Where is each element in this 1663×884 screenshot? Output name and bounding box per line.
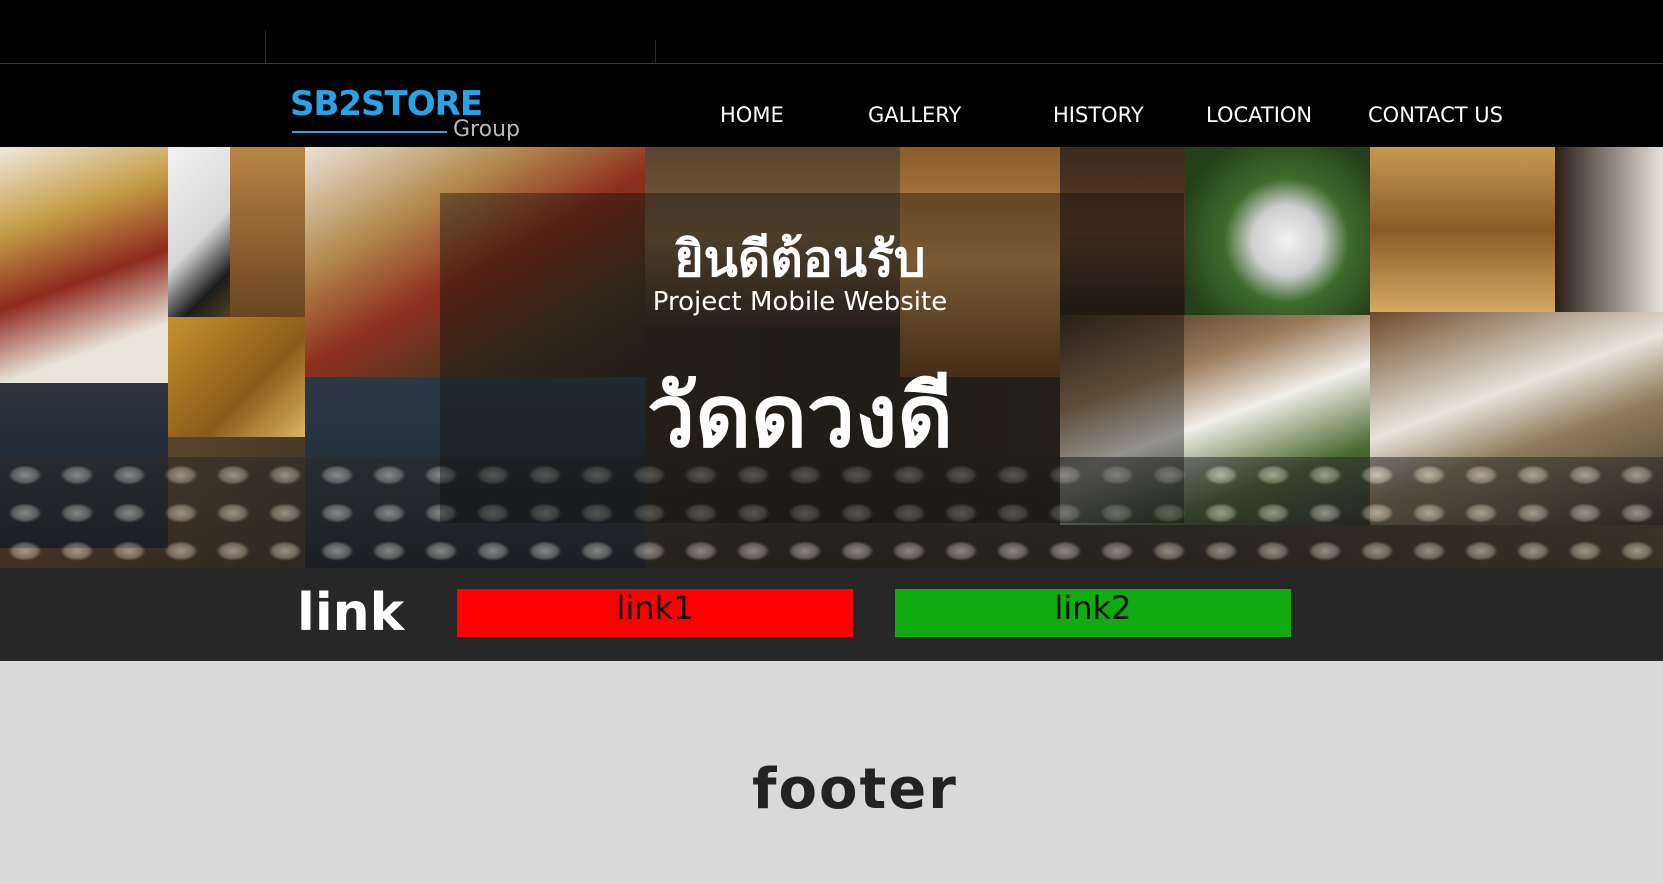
temple-name-heading: วัดดวงดี [646, 367, 954, 467]
header-divider-tick [265, 30, 266, 63]
logo-underline [292, 131, 447, 133]
link-section-title: link [297, 583, 405, 643]
nav-contact-us[interactable]: CONTACT US [1368, 103, 1503, 133]
welcome-subheading: Project Mobile Website [652, 287, 948, 317]
photo-singha-statue [1185, 147, 1370, 317]
photo-temple-door [0, 147, 168, 383]
site-logo[interactable]: SB2STORE Group [290, 84, 530, 144]
photo-leaves-right [1370, 147, 1555, 312]
header-divider-tick [655, 40, 656, 63]
photo-pillar-right [1555, 147, 1663, 312]
nav-history[interactable]: HISTORY [1053, 103, 1144, 133]
nav-gallery[interactable]: GALLERY [868, 103, 961, 133]
photo-gold-chest [168, 317, 308, 437]
welcome-heading: ยินดีต้อนรับ [674, 230, 926, 288]
header-divider [0, 63, 1663, 64]
hero-banner: ยินดีต้อนรับ Project Mobile Website วัดด… [0, 147, 1663, 573]
logo-sub-text: Group [453, 117, 520, 142]
nav-location[interactable]: LOCATION [1206, 103, 1312, 133]
photo-leaves [230, 147, 310, 317]
footer-text: footer [752, 757, 958, 822]
link2-button[interactable]: link2 [895, 589, 1291, 637]
link1-button[interactable]: link1 [457, 589, 853, 637]
nav-home[interactable]: HOME [720, 103, 784, 133]
